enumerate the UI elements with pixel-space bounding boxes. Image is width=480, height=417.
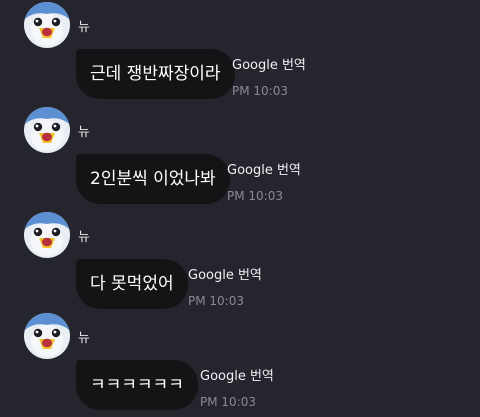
penguin-avatar-icon[interactable]	[24, 313, 70, 359]
message-item: 뉴 2인분씩 이었나봐 Google 번역 PM 10:03	[0, 107, 480, 211]
google-translate-link[interactable]: Google 번역	[188, 264, 262, 283]
message-timestamp: PM 10:03	[200, 395, 256, 409]
sender-name[interactable]: 뉴	[78, 121, 90, 140]
sender-name[interactable]: 뉴	[78, 226, 90, 245]
penguin-avatar-icon[interactable]	[24, 2, 70, 48]
message-timestamp: PM 10:03	[227, 189, 283, 203]
message-item: 뉴 다 못먹었어 Google 번역 PM 10:03	[0, 212, 480, 316]
message-bubble: 근데 쟁반짜장이라	[76, 49, 235, 99]
sender-name[interactable]: 뉴	[78, 327, 90, 346]
google-translate-link[interactable]: Google 번역	[200, 365, 274, 384]
message-timestamp: PM 10:03	[232, 84, 288, 98]
message-bubble: ㅋㅋㅋㅋㅋㅋ	[76, 360, 198, 410]
penguin-avatar-icon[interactable]	[24, 107, 70, 153]
sender-name[interactable]: 뉴	[78, 16, 90, 35]
google-translate-link[interactable]: Google 번역	[227, 159, 301, 178]
message-bubble: 다 못먹었어	[76, 259, 188, 309]
message-item: 뉴 근데 쟁반짜장이라 Google 번역 PM 10:03	[0, 2, 480, 106]
penguin-avatar-icon[interactable]	[24, 212, 70, 258]
message-item: 뉴 ㅋㅋㅋㅋㅋㅋ Google 번역 PM 10:03	[0, 313, 480, 417]
google-translate-link[interactable]: Google 번역	[232, 54, 306, 73]
message-timestamp: PM 10:03	[188, 294, 244, 308]
message-bubble: 2인분씩 이었나봐	[76, 154, 230, 204]
